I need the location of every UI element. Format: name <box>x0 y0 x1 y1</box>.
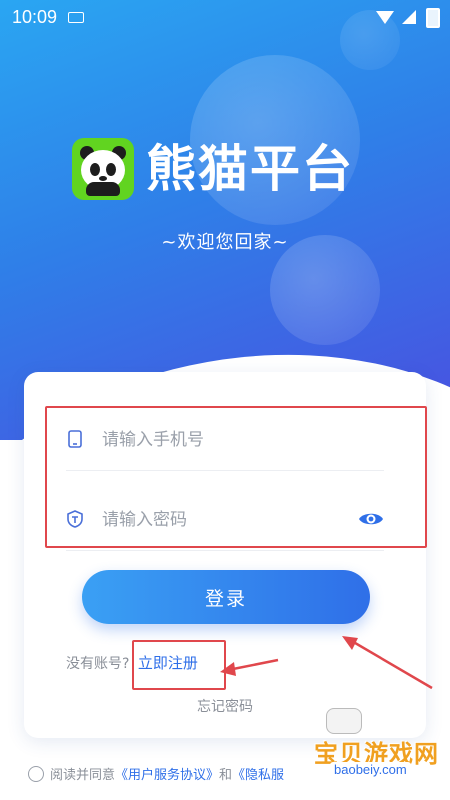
panda-body <box>86 182 120 196</box>
status-bar: 10:09 <box>0 0 450 34</box>
phone-input[interactable] <box>100 424 344 456</box>
phone-icon <box>68 430 82 448</box>
register-row: 没有账号? 立即注册 <box>66 652 198 673</box>
password-field <box>66 490 384 551</box>
agreement-row: 阅读并同意《用户服务协议》和《隐私服 <box>28 764 284 783</box>
brand-title: 熊猫平台 <box>146 140 354 198</box>
eye-icon[interactable] <box>358 508 384 530</box>
panda-eye <box>90 163 100 176</box>
agreement-and: 和 <box>219 768 233 783</box>
panda-eye <box>106 163 116 176</box>
panda-logo-icon <box>72 138 134 200</box>
terms-link[interactable]: 《用户服务协议》 <box>115 768 219 783</box>
status-time: 10:09 <box>12 7 58 27</box>
watermark: 宝贝游戏网 baobeiy.com <box>300 708 450 788</box>
battery-icon <box>426 8 440 28</box>
welcome-text: ~欢迎您回家~ <box>161 232 289 253</box>
agreement-checkbox[interactable] <box>28 766 44 782</box>
login-button[interactable]: 登录 <box>82 570 370 624</box>
shield-icon <box>67 510 83 528</box>
phone-field <box>66 410 384 471</box>
gamepad-icon <box>326 708 362 734</box>
password-input[interactable] <box>100 504 344 536</box>
panda-nose <box>99 176 107 181</box>
keyboard-icon <box>68 12 84 23</box>
agreement-prefix: 阅读并同意 <box>50 768 116 783</box>
signal-icon <box>402 10 416 24</box>
watermark-url: baobeiy.com <box>330 762 411 777</box>
wifi-icon <box>376 11 394 24</box>
privacy-link[interactable]: 《隐私服 <box>232 768 284 783</box>
register-prompt: 没有账号? <box>66 656 130 672</box>
register-link[interactable]: 立即注册 <box>138 654 198 672</box>
